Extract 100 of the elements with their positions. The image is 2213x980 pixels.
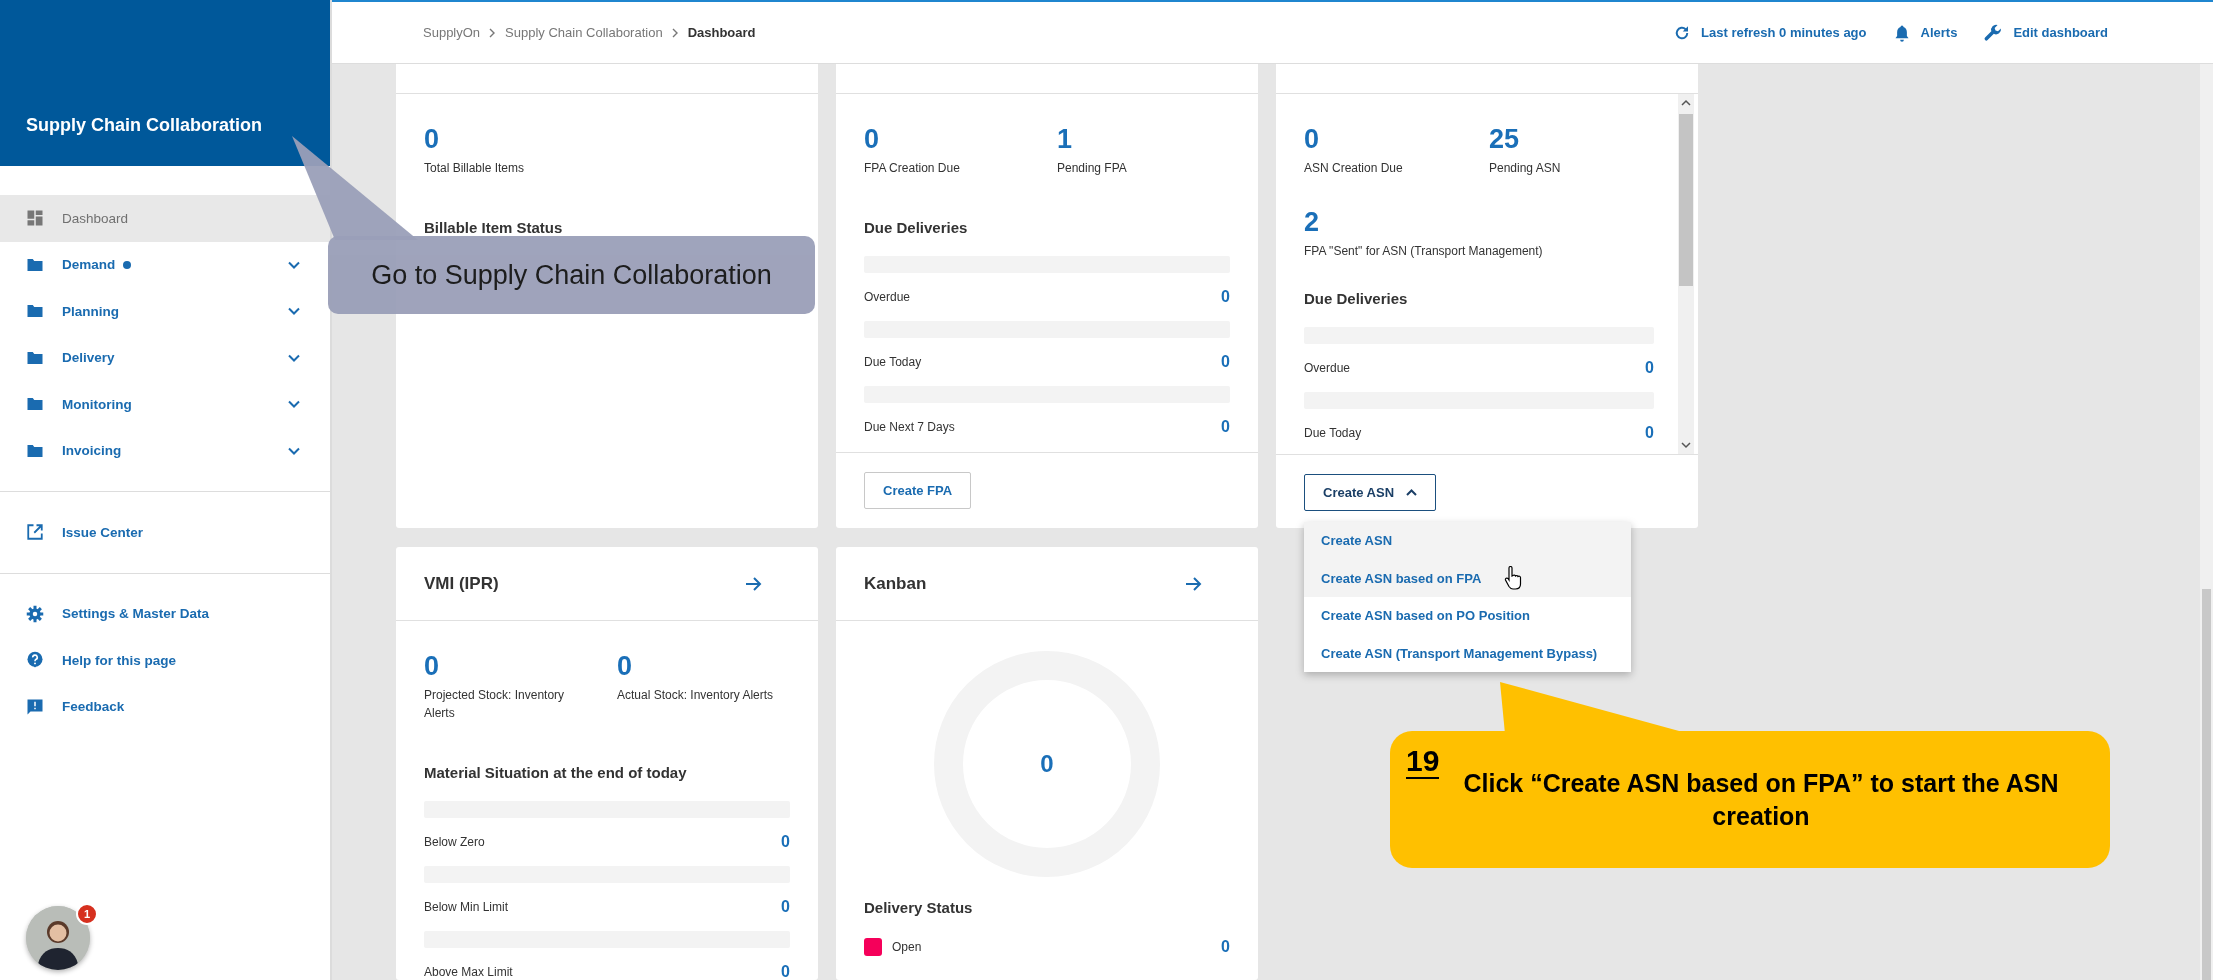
settings-icon <box>26 604 44 623</box>
legend-value[interactable]: 0 <box>1221 938 1230 956</box>
chevron-down-icon[interactable] <box>1681 442 1691 449</box>
callout-text: Click “Create ASN based on FPA” to start the ASN creation <box>1462 768 2060 832</box>
wrench-icon <box>1983 22 2004 43</box>
stat-label: Pending ASN <box>1489 160 1562 177</box>
sidebar-item[interactable]: Delivery <box>0 334 330 381</box>
sidebar-item-label: Demand <box>62 257 116 273</box>
breadcrumb-item[interactable]: SupplyOn <box>423 25 481 40</box>
menu-item[interactable]: Create ASN <box>1304 522 1631 560</box>
stat-value[interactable]: 0 <box>864 124 1037 154</box>
stat-value[interactable]: 2 <box>1304 207 1654 237</box>
arrow-right-icon[interactable] <box>745 575 762 592</box>
section-heading: Delivery Status <box>864 899 974 916</box>
chevron-up-icon[interactable] <box>1681 99 1691 106</box>
menu-item[interactable]: Create ASN (Transport Management Bypass) <box>1304 634 1631 672</box>
sidebar-item[interactable]: Demand <box>0 241 330 288</box>
legend-label: Open <box>892 940 922 954</box>
row-label: Due Today <box>864 355 922 369</box>
chevron-down-icon <box>288 260 300 269</box>
row-value[interactable]: 0 <box>781 898 790 916</box>
sidebar-item-label: Help for this page <box>62 652 176 668</box>
section-heading: Due Deliveries <box>864 219 969 236</box>
row-value[interactable]: 0 <box>781 963 790 980</box>
breadcrumb-item[interactable]: Supply Chain Collaboration <box>505 25 663 40</box>
chevron-up-icon <box>1406 489 1418 496</box>
section-heading: Due Deliveries <box>1304 290 1409 307</box>
sidebar-item[interactable]: Dashboard <box>0 195 330 242</box>
sidebar-item[interactable]: Planning <box>0 288 330 335</box>
sidebar-item[interactable]: Monitoring <box>0 381 330 428</box>
feedback-icon <box>26 697 44 716</box>
section-heading: Billable Item Status <box>424 219 564 236</box>
sidebar-item-label: Issue Center <box>62 524 144 540</box>
stat-value[interactable]: 0 <box>424 124 790 154</box>
donut-value: 0 <box>1040 750 1054 778</box>
sidebar-item[interactable]: Help for this page <box>0 637 330 684</box>
stat-value[interactable]: 0 <box>424 651 597 681</box>
help-icon <box>26 651 44 670</box>
section-heading: Material Situation at the end of today <box>424 764 688 781</box>
create-button[interactable]: Create FPA <box>864 472 972 509</box>
stat-value[interactable]: 0 <box>1304 124 1469 154</box>
stat-label: ASN Creation Due <box>1304 160 1404 177</box>
sidebar-item-label: Monitoring <box>62 396 132 412</box>
menu-item[interactable]: Create ASN based on FPA <box>1304 559 1631 597</box>
card-title: Kanban <box>864 573 927 594</box>
scrollbar[interactable] <box>2200 64 2213 980</box>
stat-value[interactable]: 0 <box>617 651 790 681</box>
sidebar-item-label: Feedback <box>62 699 125 715</box>
create-button[interactable]: Create ASN <box>1304 474 1437 511</box>
sidebar-item[interactable]: Settings & Master Data <box>0 590 330 637</box>
stat-label: Actual Stock: Inventory Alerts <box>617 687 775 704</box>
arrow-right-icon[interactable] <box>1185 575 1202 592</box>
menu-item[interactable]: Create ASN based on PO Position <box>1304 597 1631 635</box>
chevron-right-icon <box>489 27 497 38</box>
stat-value[interactable]: 1 <box>1057 124 1230 154</box>
sidebar-item[interactable]: Issue Center <box>0 509 330 556</box>
app-title: Supply Chain Collaboration <box>26 115 262 136</box>
chevron-right-icon <box>671 27 679 38</box>
row-label: Above Max Limit <box>424 965 513 979</box>
row-label: Overdue <box>864 290 911 304</box>
row-label: Below Min Limit <box>424 900 509 914</box>
row-value[interactable]: 0 <box>1221 418 1230 436</box>
sidebar-item-label: Settings & Master Data <box>62 606 210 622</box>
hand-cursor-icon <box>1504 566 1522 590</box>
row-value[interactable]: 0 <box>1645 424 1654 442</box>
row-value[interactable]: 0 <box>1645 359 1654 377</box>
stat-label: FPA Creation Due <box>864 160 961 177</box>
stat-label: Projected Stock: Inventory Alerts <box>424 687 566 722</box>
sidebar-item[interactable]: Invoicing <box>0 427 330 474</box>
chevron-down-icon <box>288 400 300 409</box>
stat-value[interactable]: 25 <box>1489 124 1654 154</box>
chevron-down-icon <box>288 307 300 316</box>
sidebar-item-label: Planning <box>62 303 119 319</box>
avatar[interactable] <box>26 906 90 970</box>
external-link-icon <box>26 523 44 542</box>
toolbar-action[interactable]: Edit dashboard <box>1983 22 2108 43</box>
row-value[interactable]: 0 <box>1221 288 1230 306</box>
row-label: Overdue <box>1304 361 1351 375</box>
card-title: VMI (IPR) <box>424 573 499 594</box>
row-label: Due Today <box>1304 426 1362 440</box>
step-number: 19 <box>1406 745 1440 779</box>
sidebar-item-label: Invoicing <box>62 443 122 459</box>
row-value[interactable]: 0 <box>781 833 790 851</box>
toolbar-action[interactable]: Alerts <box>1892 22 1958 43</box>
row-label: Below Zero <box>424 835 485 849</box>
chevron-down-icon <box>288 353 300 362</box>
sidebar-item-label: Delivery <box>62 350 115 366</box>
stat-label: FPA "Sent" for ASN (Transport Management) <box>1304 243 1544 260</box>
dashboard-icon <box>26 209 44 228</box>
scrollbar[interactable] <box>1678 94 1694 454</box>
toolbar-action[interactable]: Last refresh 0 minutes ago <box>1673 22 1867 43</box>
row-value[interactable]: 0 <box>1221 353 1230 371</box>
sidebar-item[interactable]: Feedback <box>0 683 330 730</box>
breadcrumb-item: Dashboard <box>687 25 756 40</box>
notification-badge: 1 <box>76 903 98 925</box>
sidebar-item-label: Dashboard <box>62 210 129 226</box>
row-label: Due Next 7 Days <box>864 420 955 434</box>
stat-label: Pending FPA <box>1057 160 1128 177</box>
stat-label: Total Billable Items <box>424 160 526 177</box>
chevron-down-icon <box>288 446 300 455</box>
